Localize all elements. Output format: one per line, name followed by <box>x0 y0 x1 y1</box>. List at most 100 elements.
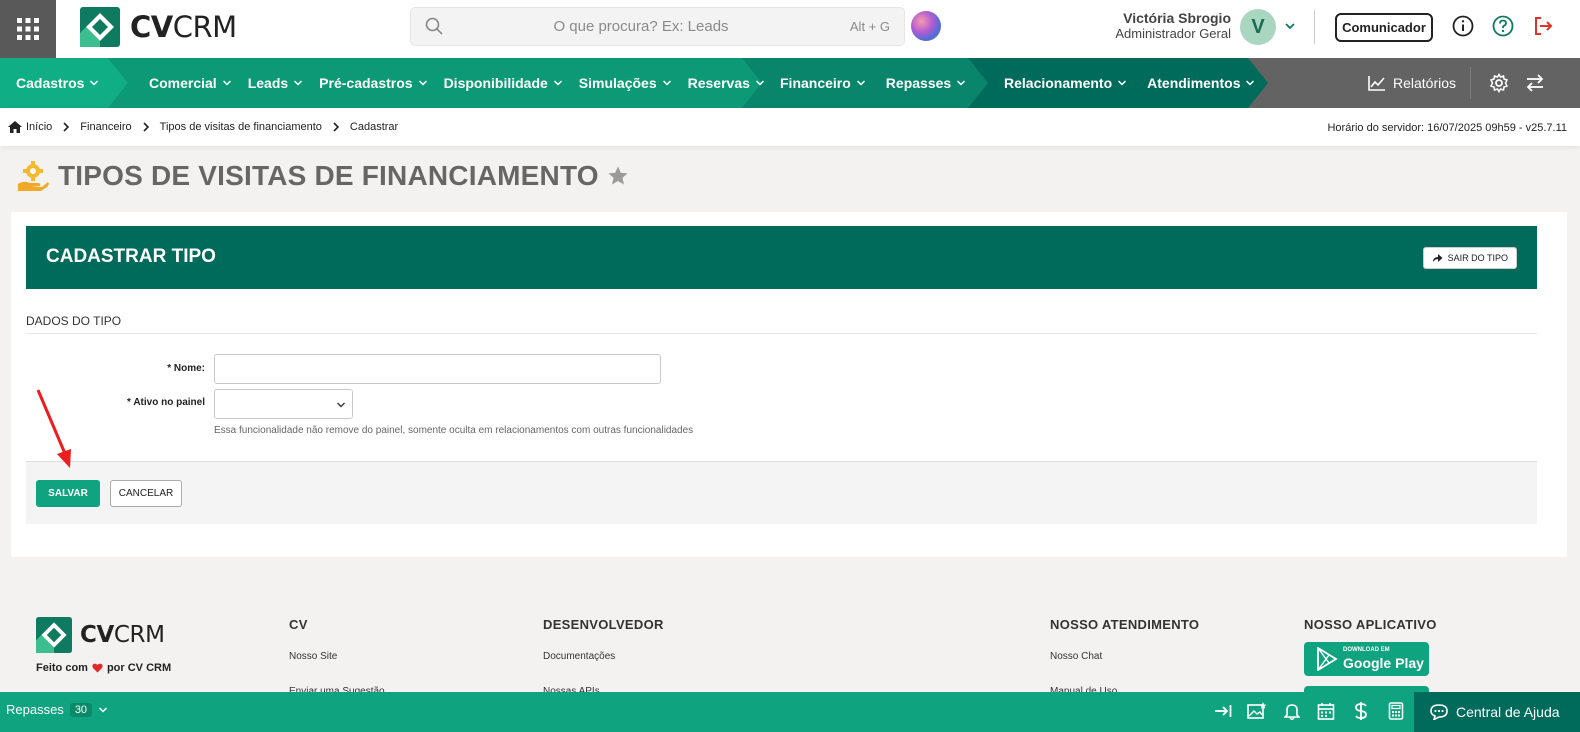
global-search[interactable]: Alt + G <box>410 7 905 46</box>
active-panel-select[interactable] <box>214 389 353 419</box>
name-label: * Nome: <box>167 363 205 374</box>
apps-menu-button[interactable] <box>0 0 56 58</box>
nav-item-simulacoes[interactable]: Simulações <box>579 75 672 91</box>
footer-link-chat[interactable]: Nosso Chat <box>1050 651 1102 662</box>
nav-item-cadastros[interactable]: Cadastros <box>16 75 99 91</box>
heart-icon <box>92 663 103 673</box>
home-icon[interactable] <box>8 121 22 133</box>
chevron-down-icon <box>1246 80 1255 86</box>
active-panel-help-text: Essa funcionalidade não remove do painel… <box>214 425 694 436</box>
chat-bubble-icon <box>1430 704 1448 720</box>
footer-link-nosso-site[interactable]: Nosso Site <box>289 651 337 662</box>
footer-made-with: Feito com por CV CRM <box>36 662 172 674</box>
user-role: Administrador Geral <box>1115 26 1231 41</box>
breadcrumb-item-inicio[interactable]: Início <box>26 121 52 133</box>
footer-col-cv-title: CV <box>289 617 308 632</box>
chevron-right-icon <box>63 122 70 132</box>
financing-gear-hand-icon <box>18 161 49 191</box>
cancel-button[interactable]: CANCELAR <box>110 480 182 507</box>
nav-item-reservas[interactable]: Reservas <box>688 75 765 91</box>
nav-item-comercial[interactable]: Comercial <box>149 75 232 91</box>
breadcrumb-item-financeiro[interactable]: Financeiro <box>80 121 131 133</box>
divider <box>26 333 1537 334</box>
search-shortcut-hint: Alt + G <box>849 19 890 34</box>
nav-item-pre-cadastros[interactable]: Pré-cadastros <box>319 75 427 91</box>
bottom-repasses-selector[interactable]: Repasses 30 <box>6 702 108 717</box>
form-actions: SALVAR CANCELAR <box>26 461 1537 524</box>
chevron-down-icon <box>90 80 99 86</box>
chevron-down-icon <box>553 80 562 86</box>
chevron-down-icon[interactable] <box>1284 20 1296 32</box>
chart-line-icon <box>1368 76 1385 91</box>
ai-assistant-orb-icon[interactable] <box>911 11 941 41</box>
chevron-down-icon <box>294 80 303 86</box>
nav-item-repasses[interactable]: Repasses <box>886 75 966 91</box>
calendar-icon[interactable] <box>1316 701 1336 721</box>
section-title: DADOS DO TIPO <box>26 314 122 328</box>
avatar[interactable]: V <box>1240 9 1276 45</box>
breadcrumb-item-tipos-visitas[interactable]: Tipos de visitas de financiamento <box>160 121 322 133</box>
chevron-down-icon <box>957 80 966 86</box>
switch-arrows-icon[interactable] <box>1525 58 1545 108</box>
bell-icon[interactable] <box>1282 701 1302 721</box>
dollar-icon[interactable] <box>1351 701 1371 721</box>
nav-item-relacionamento[interactable]: Relacionamento <box>1004 75 1127 91</box>
image-star-icon[interactable] <box>1247 701 1267 721</box>
divider <box>1314 10 1315 44</box>
favorite-star-icon[interactable] <box>607 165 629 187</box>
footer-logo-text: CVCRM <box>80 622 165 648</box>
page-title: TIPOS DE VISITAS DE FINANCIAMENTO <box>58 160 599 191</box>
chevron-right-icon <box>333 122 340 132</box>
chevron-down-icon <box>1118 80 1127 86</box>
footer-col-support-title: NOSSO ATENDIMENTO <box>1050 617 1200 632</box>
cvcrm-logo-mark <box>80 7 120 47</box>
search-icon <box>425 17 443 35</box>
help-icon[interactable] <box>1491 14 1515 38</box>
breadcrumb-item-cadastrar: Cadastrar <box>349 121 399 133</box>
divider <box>1470 67 1471 99</box>
nav-item-disponibilidade[interactable]: Disponibilidade <box>444 75 563 91</box>
chevron-down-icon <box>856 80 865 86</box>
communicator-button[interactable]: Comunicador <box>1335 13 1433 42</box>
chevron-down-icon <box>662 80 671 86</box>
bottom-bar: Repasses 30 Central de Ajuda <box>0 692 1580 732</box>
cvcrm-logo-mark <box>36 617 72 653</box>
main-nav: Cadastros Comercial Leads Pré-cadastros … <box>0 58 1580 108</box>
nav-item-atendimentos[interactable]: Atendimentos <box>1147 75 1255 91</box>
collapse-right-icon[interactable] <box>1213 701 1233 721</box>
exit-type-button[interactable]: SAIR DO TIPO <box>1422 247 1517 269</box>
google-play-label: Google Play <box>1343 655 1424 671</box>
google-play-button[interactable]: DOWNLOAD EM Google Play <box>1304 642 1429 676</box>
footer-logo[interactable]: CVCRM <box>36 617 165 653</box>
active-panel-label: * Ativo no painel <box>127 397 205 408</box>
nav-item-leads[interactable]: Leads <box>248 75 303 91</box>
logout-icon[interactable] <box>1531 14 1555 38</box>
help-center-button[interactable]: Central de Ajuda <box>1414 692 1580 732</box>
save-button[interactable]: SALVAR <box>36 480 100 507</box>
calculator-icon[interactable] <box>1386 701 1406 721</box>
server-time: Horário do servidor: 16/07/2025 09h59 - … <box>1327 122 1567 134</box>
footer-link-documentacoes[interactable]: Documentações <box>543 651 615 662</box>
annotation-arrow-icon <box>36 389 71 468</box>
chevron-down-icon <box>755 80 764 86</box>
breadcrumb-bar: Início Financeiro Tipos de visitas de fi… <box>0 108 1580 146</box>
grid-icon <box>17 18 39 40</box>
logo-text: CVCRM <box>130 10 237 44</box>
name-field[interactable] <box>214 354 661 384</box>
settings-gear-icon[interactable] <box>1489 58 1509 108</box>
footer-col-app-title: NOSSO APLICATIVO <box>1304 617 1437 632</box>
share-arrow-icon <box>1432 254 1443 262</box>
bottom-repasses-count: 30 <box>69 702 93 717</box>
user-info[interactable]: Victória Sbrogio Administrador Geral <box>1115 10 1231 42</box>
form-card: CADASTRAR TIPO SAIR DO TIPO DADOS DO TIP… <box>11 212 1567 557</box>
nav-item-relatorios[interactable]: Relatórios <box>1368 58 1456 108</box>
form-header: CADASTRAR TIPO SAIR DO TIPO <box>26 226 1537 289</box>
page-header: TIPOS DE VISITAS DE FINANCIAMENTO <box>16 160 629 192</box>
info-icon[interactable] <box>1451 14 1475 38</box>
chevron-right-icon <box>143 122 149 132</box>
chevron-down-icon <box>418 80 427 86</box>
cvcrm-logo[interactable]: CVCRM <box>80 7 237 47</box>
google-play-icon <box>1317 647 1338 671</box>
nav-item-financeiro[interactable]: Financeiro <box>780 75 866 91</box>
search-input[interactable] <box>451 8 831 45</box>
